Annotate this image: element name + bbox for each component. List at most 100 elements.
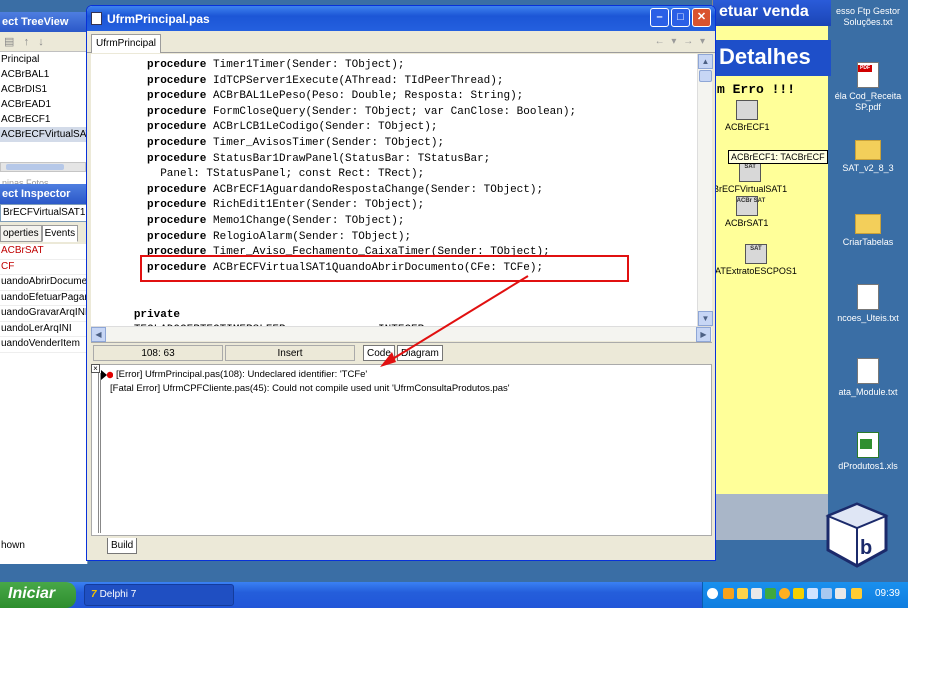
code-keyword: procedure bbox=[147, 74, 207, 87]
code-horizontal-scrollbar[interactable]: ◀ ▶ bbox=[91, 326, 712, 342]
tab-navigation[interactable]: ← ▾ → ▾ bbox=[655, 36, 707, 47]
scroll-right-arrow-icon[interactable]: ▶ bbox=[696, 327, 711, 342]
inspector-row[interactable]: uandoEfetuarPagar bbox=[0, 291, 87, 306]
tab-properties[interactable]: operties bbox=[0, 225, 42, 242]
tree-item[interactable]: Principal bbox=[0, 52, 87, 67]
erro-label: m Erro !!! bbox=[717, 82, 796, 97]
tree-item[interactable]: ACBrDIS1 bbox=[0, 82, 87, 97]
tab-diagram[interactable]: Diagram bbox=[397, 345, 443, 361]
desktop-icon-produtos-xls[interactable]: dProdutos1.xls bbox=[828, 432, 908, 472]
desktop-icon-label: SAT_v2_8_3 bbox=[842, 163, 894, 173]
code-vertical-scrollbar[interactable]: ▲ ▼ bbox=[697, 54, 713, 326]
code-text: ACBrLCB1LeCodigo(Sender: TObject); bbox=[206, 121, 438, 134]
editor-title-bar[interactable]: UfrmPrincipal.pas bbox=[87, 6, 715, 31]
messages-splitter[interactable] bbox=[98, 373, 101, 533]
taskbar: Iniciar 7 Delphi 7 09:39 bbox=[0, 582, 908, 608]
tray-network-icon[interactable] bbox=[807, 588, 818, 599]
code-keyword: procedure bbox=[147, 214, 207, 227]
pdf-icon bbox=[857, 62, 879, 88]
taskbar-item-delphi[interactable]: 7 Delphi 7 bbox=[84, 584, 234, 606]
desktop-icon-funcoes-uteis[interactable]: ncoes_Uteis.txt bbox=[828, 284, 908, 324]
desktop-icon-tabela-cod-receita[interactable]: éla Cod_Receita SP.pdf bbox=[828, 62, 908, 113]
start-button[interactable]: Iniciar bbox=[0, 582, 76, 608]
tab-ufrmprincipal[interactable]: UfrmPrincipal bbox=[91, 34, 162, 53]
tree-item[interactable]: ACBrBAL1 bbox=[0, 67, 87, 82]
tray-monitor-icon[interactable] bbox=[821, 588, 832, 599]
tree-item[interactable]: ACBrECF1 bbox=[0, 112, 87, 127]
component-acbrecfvirtualsat[interactable]: SAT BrECFVirtualSAT1 bbox=[713, 162, 787, 194]
editor-tab-bar: UfrmPrincipal ← ▾ → ▾ bbox=[87, 31, 715, 53]
treeview-title: ect TreeView bbox=[0, 12, 87, 32]
tree-item[interactable]: ACBrEAD1 bbox=[0, 97, 87, 112]
inspector-row[interactable]: uandoLerArqINI bbox=[0, 322, 87, 337]
forward-arrow-icon[interactable]: → ▾ bbox=[683, 36, 707, 47]
object-treeview-panel: ect TreeView ▤ ↑ ↓ Principal ACBrBAL1 ACBr… bbox=[0, 12, 88, 188]
inspector-row[interactable]: uandoVenderItem bbox=[0, 337, 87, 353]
tab-build[interactable]: Build bbox=[107, 538, 138, 554]
code-text: IdTCPServer1Execute(AThread: TIdPeerThre… bbox=[206, 74, 504, 87]
inspector-row[interactable]: uandoAbrirDocume bbox=[0, 275, 87, 291]
code-area[interactable]: procedure Timer1Timer(Sender: TObject); p… bbox=[91, 54, 697, 326]
highlight-box bbox=[140, 255, 629, 282]
code-text: RelogioAlarm(Sender: TObject); bbox=[206, 230, 412, 243]
inspector-object-selector[interactable]: BrECFVirtualSAT1 bbox=[0, 204, 87, 222]
component-acbrsat[interactable]: ACBr SAT ACBrSAT1 bbox=[725, 196, 768, 228]
message-fatal-error[interactable]: [Fatal Error] UfrmCPFCliente.pas(45): Co… bbox=[110, 383, 510, 394]
scroll-thumb[interactable] bbox=[699, 70, 712, 82]
code-keyword: procedure bbox=[147, 136, 207, 149]
desktop-icon-data-module[interactable]: ata_Module.txt bbox=[828, 358, 908, 398]
close-icon[interactable]: × bbox=[91, 364, 100, 373]
tray-app-icon[interactable] bbox=[723, 588, 734, 599]
tray-app-icon[interactable] bbox=[737, 588, 748, 599]
close-button[interactable]: ✕ bbox=[692, 8, 711, 27]
scroll-left-arrow-icon[interactable]: ◀ bbox=[91, 327, 106, 342]
box-logo-icon[interactable]: b bbox=[822, 500, 892, 570]
code-line: procedure StatusBar1DrawPanel(StatusBar:… bbox=[147, 152, 576, 168]
desktop-icon-ftp-gestor[interactable]: esso Ftp Gestor Soluções.txt bbox=[828, 6, 908, 28]
svg-text:b: b bbox=[860, 537, 872, 559]
scroll-down-arrow-icon[interactable]: ▼ bbox=[698, 311, 713, 326]
tray-app-icon[interactable] bbox=[779, 588, 790, 599]
code-keyword: procedure bbox=[147, 59, 207, 71]
code-line: procedure Timer_AvisosTimer(Sender: TObj… bbox=[147, 136, 576, 152]
message-error[interactable]: [Error] UfrmPrincipal.pas(108): Undeclar… bbox=[116, 369, 367, 380]
inspector-row[interactable]: CF bbox=[0, 260, 87, 275]
back-arrow-icon[interactable]: ← ▾ bbox=[655, 36, 679, 47]
folder-icon bbox=[855, 140, 881, 160]
desktop-icon-criar-tabelas[interactable]: CriarTabelas bbox=[828, 210, 908, 248]
code-text: Panel: TStatusPanel; const Rect: TRect); bbox=[160, 168, 425, 181]
editor-status-bar: 108: 63 Insert Code Diagram bbox=[91, 342, 712, 362]
code-text: StatusBar1DrawPanel(StatusBar: TStatusBa… bbox=[206, 152, 491, 165]
volume-icon[interactable] bbox=[835, 588, 846, 599]
desktop-icon-sat-folder[interactable]: SAT_v2_8_3 bbox=[828, 136, 908, 174]
tray-app-icon[interactable] bbox=[793, 588, 804, 599]
code-line: procedure Timer1Timer(Sender: TObject); bbox=[147, 58, 576, 74]
scroll-up-arrow-icon[interactable]: ▲ bbox=[698, 54, 713, 69]
tray-app-icon[interactable] bbox=[851, 588, 862, 599]
component-acbrecf[interactable]: ACBrECF1 bbox=[725, 100, 770, 132]
inspector-title: ect Inspector bbox=[0, 184, 87, 204]
tray-arrow-icon[interactable] bbox=[707, 588, 718, 599]
desktop-icon-label: esso Ftp Gestor Soluções.txt bbox=[835, 6, 901, 27]
inspector-row[interactable]: ACBrSAT bbox=[0, 244, 87, 260]
tree-item[interactable]: ACBrECFVirtualSAT bbox=[0, 127, 87, 142]
new-item-icon[interactable]: ▤ bbox=[4, 36, 14, 48]
tray-app-icon[interactable] bbox=[751, 588, 762, 599]
background-form-bottom bbox=[712, 494, 828, 540]
tray-app-icon[interactable] bbox=[765, 588, 776, 599]
minimize-button[interactable]: – bbox=[650, 8, 669, 27]
arrow-down-icon[interactable]: ↓ bbox=[38, 36, 44, 48]
code-keyword: procedure bbox=[147, 90, 207, 103]
arrow-up-icon[interactable]: ↑ bbox=[24, 36, 30, 48]
error-icon bbox=[101, 370, 113, 380]
component-satextrato[interactable]: SAT ATExtratoESCPOS1 bbox=[715, 244, 797, 276]
sat-printer-icon: SAT bbox=[744, 244, 767, 264]
clock: 09:39 bbox=[874, 588, 900, 599]
treeview-horizontal-scrollbar[interactable] bbox=[0, 162, 86, 172]
desktop-icon-label: éla Cod_Receita SP.pdf bbox=[834, 91, 902, 112]
maximize-button[interactable]: □ bbox=[671, 8, 690, 27]
inspector-tabs: operties Events bbox=[0, 222, 87, 244]
tab-code[interactable]: Code bbox=[363, 345, 395, 361]
tab-events[interactable]: Events bbox=[41, 225, 79, 242]
inspector-row[interactable]: uandoGravarArqINI bbox=[0, 306, 87, 322]
